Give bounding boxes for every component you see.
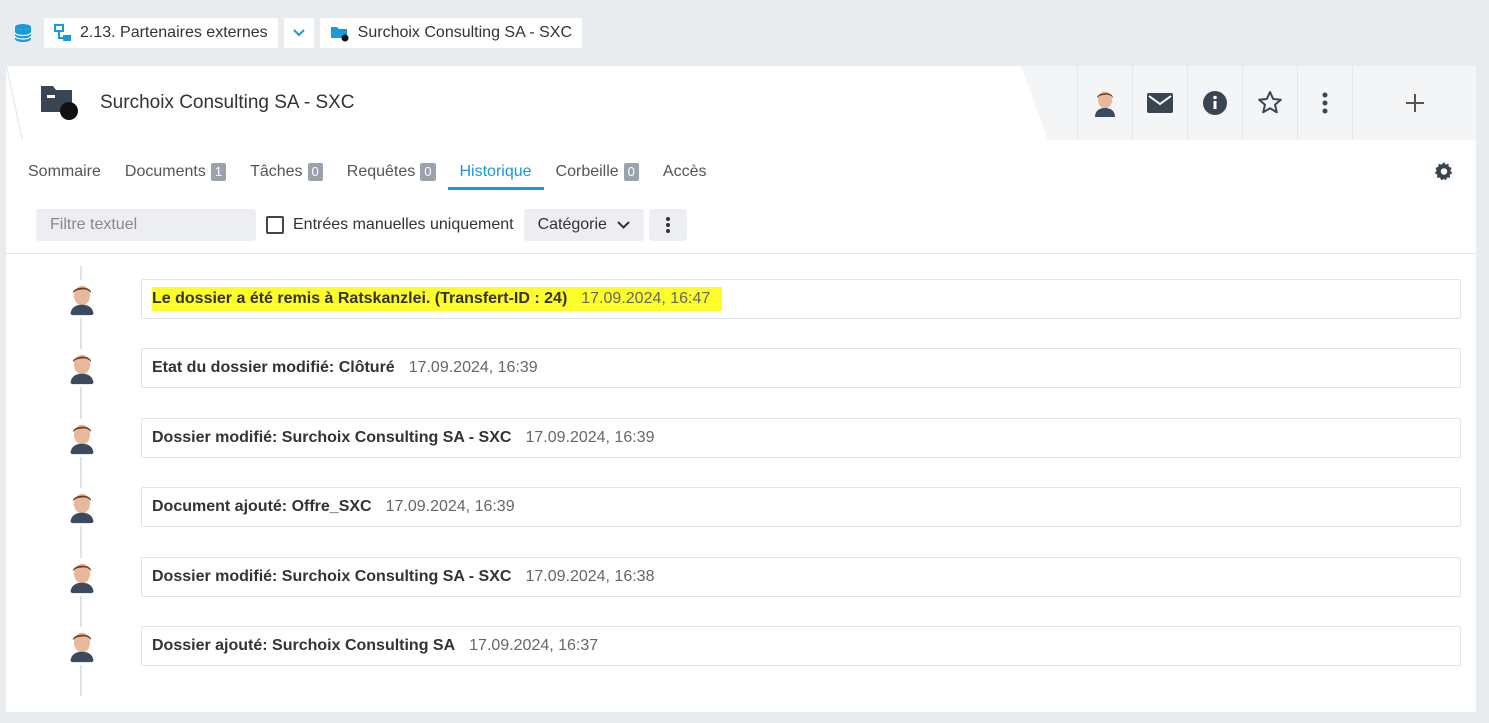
database-icon[interactable] (8, 18, 38, 48)
dossier-icon (41, 86, 78, 120)
add-button[interactable] (1352, 66, 1476, 140)
settings-button[interactable] (1432, 160, 1456, 184)
highlighted-text: Le dossier a été remis à Ratskanzlei. (T… (152, 287, 723, 311)
tab-label: Tâches (250, 163, 303, 180)
tab-label: Documents (124, 163, 206, 180)
avatar-icon (70, 563, 94, 594)
header-title-group: Surchoix Consulting SA - SXC (40, 84, 355, 122)
category-dropdown[interactable]: Catégorie (523, 209, 644, 241)
history-entry-time: 17.09.2024, 16:39 (385, 498, 515, 515)
kebab-menu-icon (1322, 92, 1328, 114)
history-entry-box[interactable]: Document ajouté: Offre_SXC 17.09.2024, 1… (141, 487, 1461, 527)
breadcrumb-item-repository[interactable]: 2.13. Partenaires externes (44, 18, 278, 48)
history-entry-text: Dossier modifié: Surchoix Consulting SA … (152, 568, 512, 585)
history-entry-box[interactable]: Etat du dossier modifié: Clôturé 17.09.2… (141, 348, 1461, 388)
avatar-icon (70, 632, 94, 663)
divider (6, 253, 1476, 254)
manual-only-label: Entrées manuelles uniquement (293, 216, 514, 233)
count-badge: 1 (210, 163, 227, 181)
tab-taches[interactable]: Tâches 0 (238, 156, 335, 188)
tab-documents[interactable]: Documents 1 (113, 156, 238, 188)
avatar-icon (70, 354, 94, 385)
history-entry-time: 17.09.2024, 16:37 (469, 637, 599, 654)
history-entry-text: Le dossier a été remis à Ratskanzlei. (T… (152, 290, 568, 307)
tab-requetes[interactable]: Requêtes 0 (335, 156, 448, 188)
kebab-menu-icon (665, 217, 670, 233)
history-entry-text: Etat du dossier modifié: Clôturé (152, 359, 395, 376)
breadcrumb: 2.13. Partenaires externes Surchoix Cons… (8, 18, 582, 48)
avatar (63, 349, 101, 387)
tab-label: Requêtes (346, 163, 416, 180)
avatar-icon (1095, 91, 1115, 117)
history-entry-text: Dossier ajouté: Surchoix Consulting SA (152, 637, 456, 654)
actions-edge (1021, 66, 1077, 140)
star-icon (1258, 91, 1282, 114)
history-entry-box[interactable]: Le dossier a été remis à Ratskanzlei. (T… (141, 279, 1461, 319)
count-badge: 0 (420, 163, 436, 181)
tab-corbeille[interactable]: Corbeille 0 (544, 156, 651, 188)
history-entry: Dossier modifié: Surchoix Consulting SA … (6, 418, 1476, 458)
hierarchy-icon (54, 24, 71, 41)
history-entry: Etat du dossier modifié: Clôturé 17.09.2… (6, 348, 1476, 388)
avatar (63, 419, 101, 457)
tab-label: Accès (662, 163, 707, 180)
mail-icon (1147, 93, 1173, 113)
tab-label: Sommaire (28, 163, 101, 180)
tab-acces[interactable]: Accès (651, 156, 719, 188)
page-title: Surchoix Consulting SA - SXC (100, 92, 355, 113)
history-entry: Dossier ajouté: Surchoix Consulting SA 1… (6, 626, 1476, 666)
tab-label: Corbeille (555, 163, 619, 180)
avatar (63, 488, 101, 526)
header-edge (6, 66, 38, 140)
history-entry-text: Document ajouté: Offre_SXC (152, 498, 372, 515)
filter-more-button[interactable] (648, 209, 687, 241)
manual-only-checkbox[interactable] (266, 216, 284, 234)
owner-avatar-button[interactable] (1077, 66, 1132, 140)
text-filter-input[interactable] (36, 209, 256, 241)
breadcrumb-item-dossier[interactable]: Surchoix Consulting SA - SXC (319, 18, 582, 48)
breadcrumb-label: Surchoix Consulting SA - SXC (357, 24, 572, 41)
avatar-icon (70, 424, 94, 455)
tab-bar: Sommaire Documents 1 Tâches 0 Requêtes 0 Hi… (28, 156, 719, 190)
history-entry: Document ajouté: Offre_SXC 17.09.2024, 1… (6, 487, 1476, 527)
breadcrumb-dropdown-button[interactable] (283, 18, 314, 48)
history-entry-time: 17.09.2024, 16:38 (525, 568, 655, 585)
chevron-down-icon (292, 29, 305, 37)
plus-icon (1405, 94, 1424, 112)
header-actions (1021, 66, 1476, 140)
history-entry-box[interactable]: Dossier ajouté: Surchoix Consulting SA 1… (141, 626, 1461, 666)
tab-sommaire[interactable]: Sommaire (28, 156, 113, 188)
history-entry: Le dossier a été remis à Ratskanzlei. (T… (6, 279, 1476, 319)
category-label: Catégorie (537, 216, 607, 233)
chevron-down-icon (617, 221, 630, 229)
avatar-icon (70, 285, 94, 316)
tab-label: Historique (459, 163, 532, 180)
info-icon (1203, 91, 1227, 115)
manual-only-toggle[interactable]: Entrées manuelles uniquement (266, 216, 514, 234)
count-badge: 0 (623, 163, 639, 181)
gear-icon (1434, 162, 1453, 181)
email-button[interactable] (1132, 66, 1187, 140)
dossier-card: Surchoix Consulting SA - SXC Sommaire Do… (6, 66, 1476, 712)
history-entry: Dossier modifié: Surchoix Consulting SA … (6, 557, 1476, 597)
dossier-header: Surchoix Consulting SA - SXC (6, 66, 1476, 140)
filter-bar: Entrées manuelles uniquement Catégorie (36, 209, 687, 241)
avatar (63, 280, 101, 318)
avatar-icon (70, 493, 94, 524)
avatar (63, 558, 101, 596)
tab-historique[interactable]: Historique (447, 156, 544, 190)
history-entry-time: 17.09.2024, 16:39 (525, 429, 655, 446)
dossier-icon (330, 27, 349, 42)
history-entry-box[interactable]: Dossier modifié: Surchoix Consulting SA … (141, 557, 1461, 597)
breadcrumb-label: 2.13. Partenaires externes (80, 24, 268, 41)
history-entry-box[interactable]: Dossier modifié: Surchoix Consulting SA … (141, 418, 1461, 458)
history-entry-time: 17.09.2024, 16:47 (581, 290, 711, 307)
avatar (63, 627, 101, 665)
history-entry-time: 17.09.2024, 16:39 (408, 359, 538, 376)
favorite-button[interactable] (1242, 66, 1297, 140)
more-actions-button[interactable] (1297, 66, 1352, 140)
count-badge: 0 (307, 163, 323, 181)
history-entry-text: Dossier modifié: Surchoix Consulting SA … (152, 429, 512, 446)
info-button[interactable] (1187, 66, 1242, 140)
